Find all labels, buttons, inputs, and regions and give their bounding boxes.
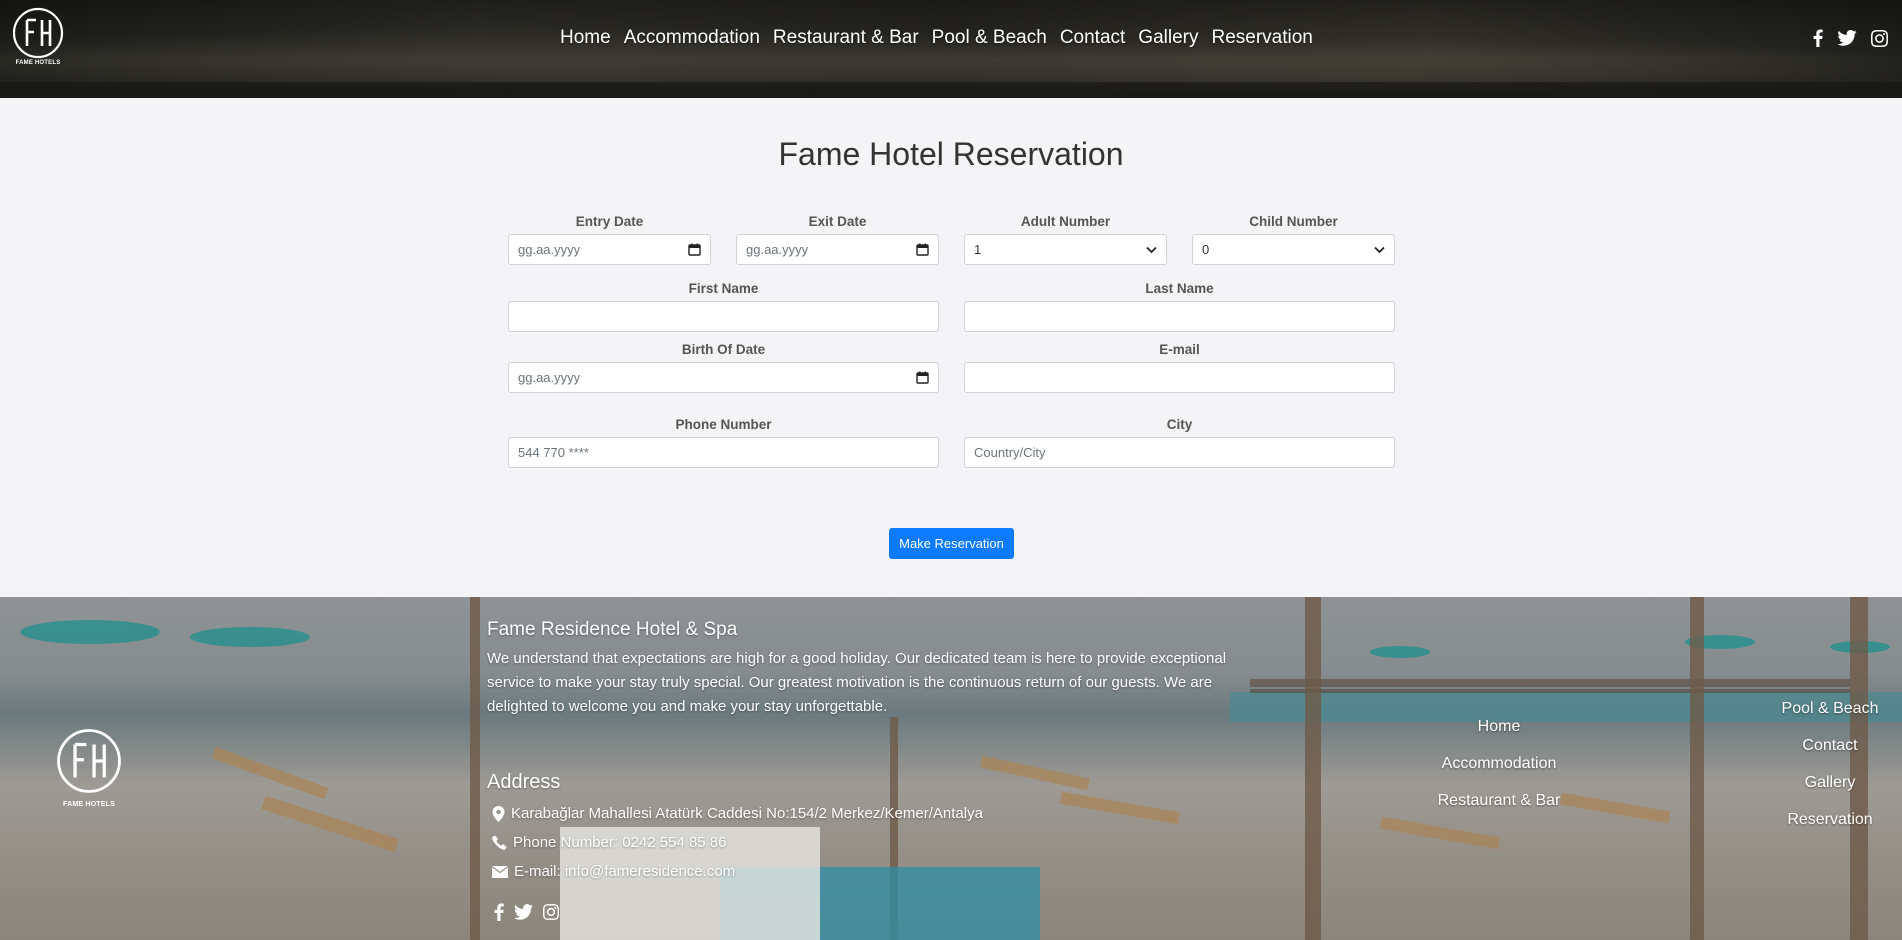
footer-link-accommodation[interactable]: Accommodation (1419, 754, 1579, 791)
nav-pool-beach[interactable]: Pool & Beach (932, 27, 1047, 49)
fh-monogram-icon (12, 7, 64, 59)
calendar-icon[interactable] (916, 243, 929, 256)
exit-date-label: Exit Date (808, 214, 867, 229)
fame-hotels-logo[interactable]: FAME HOTELS (12, 7, 64, 73)
exit-date-placeholder: gg.aa.yyyy (746, 242, 809, 257)
site-header: FAME HOTELS Home Accommodation Restauran… (0, 0, 1902, 98)
nav-contact[interactable]: Contact (1060, 27, 1125, 49)
map-pin-icon (492, 805, 505, 822)
email-group: E-mail (964, 342, 1395, 393)
calendar-icon[interactable] (688, 243, 701, 256)
entry-date-label: Entry Date (575, 214, 644, 229)
footer-link-contact[interactable]: Contact (1760, 736, 1900, 773)
first-name-label: First Name (688, 281, 759, 296)
twitter-icon[interactable] (514, 904, 533, 920)
footer-link-reservation[interactable]: Reservation (1760, 810, 1900, 847)
chevron-down-icon (1146, 246, 1157, 253)
city-label: City (1166, 417, 1193, 432)
twitter-icon[interactable] (1837, 30, 1857, 46)
last-name-input[interactable] (964, 301, 1395, 332)
footer-logo-text: FAME HOTELS (63, 801, 115, 808)
nav-gallery[interactable]: Gallery (1138, 27, 1198, 49)
footer-logo[interactable]: FAME HOTELS (56, 728, 122, 808)
envelope-icon (492, 865, 508, 878)
city-input[interactable]: Country/City (964, 437, 1395, 468)
footer-link-home[interactable]: Home (1419, 717, 1579, 754)
phone-group: Phone Number 544 770 **** (508, 417, 939, 468)
email-line: E-mail: info@fameresidence.com (492, 863, 735, 880)
adult-number-value: 1 (974, 242, 982, 257)
email-field[interactable] (964, 362, 1395, 393)
adult-number-select[interactable]: 1 (964, 234, 1167, 265)
instagram-icon[interactable] (1871, 29, 1888, 47)
footer-social (494, 903, 559, 921)
nav-accommodation[interactable]: Accommodation (624, 27, 760, 49)
city-group: City Country/City (964, 417, 1395, 468)
reservation-section: Fame Hotel Reservation Entry Date gg.aa.… (0, 98, 1902, 598)
footer-link-pool-beach[interactable]: Pool & Beach (1760, 699, 1900, 736)
header-social (1813, 29, 1888, 47)
child-number-group: Child Number 0 (1192, 214, 1395, 265)
main-nav: Home Accommodation Restaurant & Bar Pool… (560, 27, 1326, 49)
facebook-icon[interactable] (1813, 29, 1823, 47)
city-placeholder: Country/City (974, 445, 1046, 460)
make-reservation-button[interactable]: Make Reservation (889, 528, 1014, 559)
phone-placeholder: 544 770 **** (518, 445, 589, 460)
last-name-label: Last Name (1145, 281, 1214, 296)
chevron-down-icon (1374, 246, 1385, 253)
email-label: E-mail (1159, 342, 1200, 357)
footer-about: Fame Residence Hotel & Spa We understand… (487, 619, 1247, 719)
last-name-group: Last Name (964, 281, 1395, 332)
phone-icon (492, 835, 507, 850)
instagram-icon[interactable] (543, 904, 559, 920)
footer-description: We understand that expectations are high… (487, 650, 1227, 715)
fh-monogram-icon (57, 729, 121, 793)
first-name-input[interactable] (508, 301, 939, 332)
page-title: Fame Hotel Reservation (778, 136, 1124, 172)
birth-date-placeholder: gg.aa.yyyy (518, 370, 581, 385)
adult-number-group: Adult Number 1 (964, 214, 1167, 265)
footer-links-col-1: Home Accommodation Restaurant & Bar (1419, 717, 1579, 828)
child-number-value: 0 (1202, 242, 1210, 257)
birth-date-label: Birth Of Date (681, 342, 766, 357)
adult-number-label: Adult Number (1020, 214, 1111, 229)
first-name-group: First Name (508, 281, 939, 332)
facebook-icon[interactable] (494, 903, 504, 921)
calendar-icon[interactable] (916, 371, 929, 384)
child-number-label: Child Number (1249, 214, 1338, 229)
footer-link-restaurant-bar[interactable]: Restaurant & Bar (1419, 791, 1579, 828)
exit-date-input[interactable]: gg.aa.yyyy (736, 234, 939, 265)
nav-reservation[interactable]: Reservation (1211, 27, 1312, 49)
email-text: E-mail: info@fameresidence.com (514, 863, 736, 880)
site-footer: FAME HOTELS Fame Residence Hotel & Spa W… (0, 597, 1902, 940)
logo-text: FAME HOTELS (15, 60, 61, 66)
phone-text: Phone Number: 0242 554 85 86 (513, 834, 727, 851)
birth-date-group: Birth Of Date gg.aa.yyyy (508, 342, 939, 393)
nav-restaurant-bar[interactable]: Restaurant & Bar (773, 27, 919, 49)
entry-date-group: Entry Date gg.aa.yyyy (508, 214, 711, 265)
birth-date-input[interactable]: gg.aa.yyyy (508, 362, 939, 393)
phone-input[interactable]: 544 770 **** (508, 437, 939, 468)
entry-date-input[interactable]: gg.aa.yyyy (508, 234, 711, 265)
address-title: Address (487, 771, 561, 793)
phone-label: Phone Number (675, 417, 772, 432)
entry-date-placeholder: gg.aa.yyyy (518, 242, 581, 257)
phone-line: Phone Number: 0242 554 85 86 (492, 834, 727, 851)
address-text: Karabağlar Mahallesi Atatürk Caddesi No:… (511, 805, 983, 822)
footer-link-gallery[interactable]: Gallery (1760, 773, 1900, 810)
nav-home[interactable]: Home (560, 27, 611, 49)
footer-title: Fame Residence Hotel & Spa (487, 619, 738, 640)
exit-date-group: Exit Date gg.aa.yyyy (736, 214, 939, 265)
footer-links-col-2: Pool & Beach Contact Gallery Reservation (1760, 699, 1900, 847)
address-line: Karabağlar Mahallesi Atatürk Caddesi No:… (492, 805, 983, 822)
child-number-select[interactable]: 0 (1192, 234, 1395, 265)
